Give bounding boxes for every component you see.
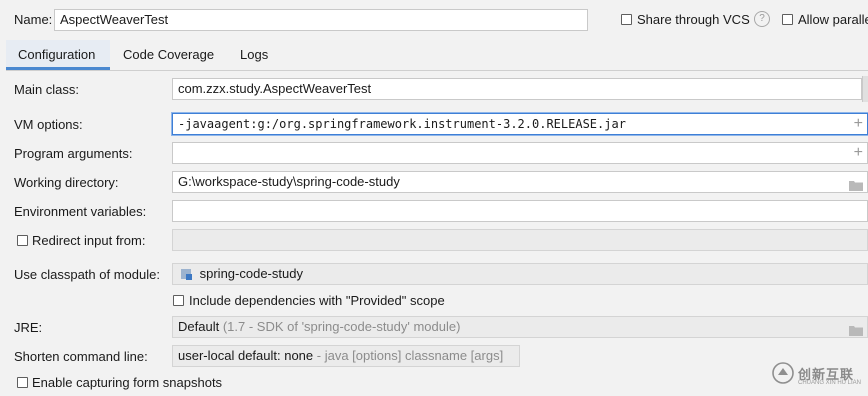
share-vcs-label: Share through VCS (637, 12, 750, 27)
folder-icon[interactable] (849, 322, 863, 337)
working-directory-value: G:\workspace-study\spring-code-study (178, 174, 400, 189)
allow-parallel-checkbox[interactable] (782, 14, 793, 25)
capture-snapshots-label: Enable capturing form snapshots (32, 375, 223, 390)
module-folder-icon (181, 268, 192, 280)
redirect-input-checkbox[interactable] (17, 235, 28, 246)
vm-options-label: VM options: (14, 117, 83, 132)
environment-variables-input[interactable] (172, 200, 868, 222)
tab-divider (6, 70, 868, 71)
shorten-command-line-label: Shorten command line: (14, 349, 148, 364)
shorten-command-line-value: user-local default: none (178, 348, 314, 363)
jre-value: Default (178, 319, 220, 334)
main-class-input[interactable]: com.zzx.study.AspectWeaverTest (172, 78, 862, 100)
shorten-command-line-hint: - java [options] classname [args] (316, 348, 504, 363)
include-provided-label: Include dependencies with "Provided" sco… (189, 293, 445, 308)
environment-variables-label: Environment variables: (14, 204, 147, 219)
name-input[interactable]: AspectWeaverTest (54, 9, 588, 31)
working-directory-label: Working directory: (14, 175, 119, 190)
main-class-label: Main class: (14, 82, 80, 97)
jre-select[interactable]: Default (1.7 - SDK of 'spring-code-study… (172, 316, 868, 338)
classpath-module-label: Use classpath of module: (14, 267, 160, 282)
vm-options-value: -javaagent:g:/org.springframework.instru… (178, 117, 626, 131)
redirect-input-field (172, 229, 868, 251)
classpath-module-select[interactable]: spring-code-study (172, 263, 868, 285)
program-arguments-input[interactable]: + (172, 142, 868, 164)
watermark-subtext: CHUANG XIN HU LIAN (798, 380, 862, 386)
expand-plus-icon[interactable]: + (854, 143, 863, 163)
name-label: Name: (14, 12, 53, 27)
tab-code-coverage[interactable]: Code Coverage (123, 47, 214, 63)
tab-configuration[interactable]: Configuration (18, 47, 95, 63)
program-arguments-label: Program arguments: (14, 146, 133, 161)
capture-snapshots-checkbox[interactable] (17, 377, 28, 388)
shorten-command-line-select[interactable]: user-local default: none - java [options… (172, 345, 520, 367)
allow-parallel-label: Allow paralle (798, 12, 868, 27)
tab-logs[interactable]: Logs (240, 47, 268, 63)
include-provided-checkbox[interactable] (173, 295, 184, 306)
folder-icon[interactable] (849, 177, 863, 192)
working-directory-input[interactable]: G:\workspace-study\spring-code-study (172, 171, 868, 193)
classpath-module-value: spring-code-study (199, 266, 303, 281)
jre-hint: (1.7 - SDK of 'spring-code-study' module… (222, 319, 461, 334)
vm-options-input[interactable]: -javaagent:g:/org.springframework.instru… (172, 113, 868, 135)
jre-label: JRE: (14, 320, 43, 335)
question-circle-icon[interactable]: ? (754, 11, 770, 27)
share-vcs-checkbox[interactable] (621, 14, 632, 25)
watermark-logo-icon (772, 362, 794, 387)
expand-plus-icon[interactable]: + (854, 114, 863, 134)
redirect-input-label: Redirect input from: (32, 233, 146, 248)
main-class-browse-button[interactable] (862, 76, 868, 102)
watermark: 创新互联 CHUANG XIN HU LIAN (768, 356, 868, 396)
